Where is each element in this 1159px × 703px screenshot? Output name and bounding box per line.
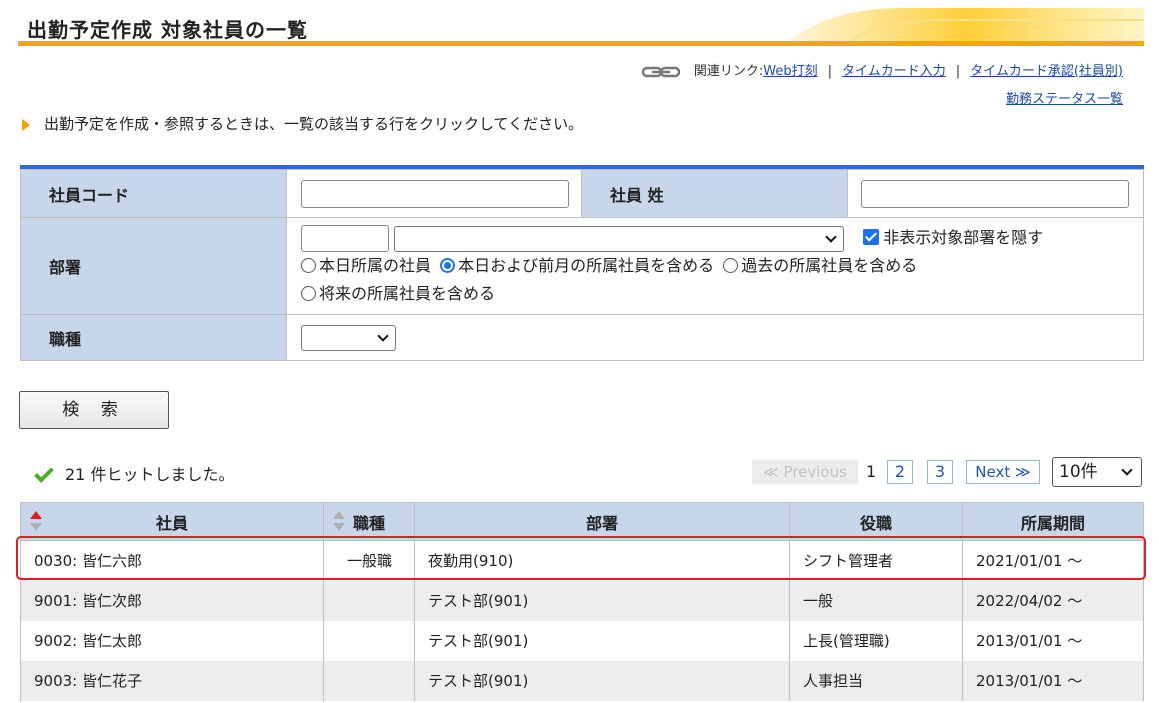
hide-hidden-departments-label: 非表示対象部署を隠す — [883, 228, 1044, 247]
cell-job-type — [323, 580, 415, 621]
cell-period: 2013/01/01 〜 — [962, 620, 1144, 661]
link-timecard-approval[interactable]: タイムカード承認(社員別) — [970, 64, 1123, 79]
table-row[interactable]: 0030: 皆仁六郎 一般職 夜勤用(910) シフト管理者 2021/01/0… — [20, 540, 1144, 581]
chevron-down-icon — [377, 329, 389, 342]
hit-count: 21 件ヒットしました。 — [33, 461, 234, 485]
radio-icon — [301, 258, 316, 273]
column-header-job-type[interactable]: 職種 — [323, 502, 415, 541]
cell-position: 上長(管理職) — [789, 620, 963, 661]
department-select[interactable] — [394, 225, 845, 252]
employee-surname-label: 社員 姓 — [581, 169, 848, 218]
search-form: 社員コード 社員 姓 部署 非表示対象部署を隠す 本日所属の社員 本日および前月… — [20, 165, 1144, 361]
search-button[interactable]: 検 索 — [19, 391, 169, 429]
link-separator: | — [827, 64, 832, 79]
radio-icon — [723, 258, 739, 273]
cell-employee: 0030: 皆仁六郎 — [20, 540, 324, 581]
department-cell: 非表示対象部署を隠す 本日所属の社員 本日および前月の所属社員を含める 過去の所… — [286, 217, 1144, 315]
column-header-label: 職種 — [352, 513, 385, 533]
radio-include-last-month[interactable]: 本日および前月の所属社員を含める — [440, 256, 714, 275]
radio-today-members[interactable]: 本日所属の社員 — [301, 256, 431, 275]
radio-label: 本日および前月の所属社員を含める — [458, 256, 715, 275]
link-chain-icon — [641, 66, 680, 77]
sort-icon[interactable] — [30, 511, 42, 533]
results-table: 社員 職種 部署 役職 所属期間 0030: 皆仁六郎 一般職 夜勤用(910)… — [20, 502, 1144, 701]
pagination-next[interactable]: Next ≫ — [966, 460, 1040, 484]
table-row[interactable]: 9003: 皆仁花子 テスト部(901) 人事担当 2013/01/01 〜 — [20, 660, 1144, 701]
cell-job-type — [323, 620, 415, 661]
employee-code-input[interactable] — [301, 179, 569, 208]
column-header-position: 役職 — [789, 502, 963, 541]
cell-job-type — [323, 660, 415, 701]
cell-department: テスト部(901) — [414, 660, 790, 701]
cell-position: シフト管理者 — [789, 540, 963, 581]
job-type-label: 職種 — [20, 314, 287, 361]
sort-icon[interactable] — [333, 511, 345, 533]
cell-position: 一般 — [789, 580, 963, 621]
related-links: 関連リンク:Web打刻 | タイムカード入力 | タイムカード承認(社員別) 勤務ステー… — [641, 58, 1123, 114]
related-links-label: 関連リンク: — [693, 64, 764, 79]
employee-surname-input[interactable] — [861, 179, 1129, 208]
page-size-value: 10件 — [1059, 462, 1098, 482]
chevron-down-icon — [825, 230, 837, 243]
cell-department: テスト部(901) — [414, 580, 790, 621]
radio-include-past[interactable]: 過去の所属社員を含める — [723, 256, 917, 275]
job-type-cell — [286, 314, 1144, 361]
table-row[interactable]: 9001: 皆仁次郎 テスト部(901) 一般 2022/04/02 〜 — [20, 580, 1144, 621]
radio-include-future[interactable]: 将来の所属社員を含める — [301, 284, 495, 303]
cell-job-type: 一般職 — [323, 540, 415, 581]
pagination-previous: ≪ Previous — [752, 460, 858, 484]
checkbox-checked-icon — [863, 229, 880, 245]
employee-code-label: 社員コード — [20, 169, 287, 218]
radio-label: 将来の所属社員を含める — [319, 284, 496, 303]
pagination-current-page: 1 — [866, 462, 877, 481]
pagination-page-2[interactable]: 2 — [887, 460, 913, 484]
hide-hidden-departments-checkbox[interactable]: 非表示対象部署を隠す — [863, 228, 1043, 247]
page-header: 出勤予定作成 対象社員の一覧 — [18, 8, 1144, 46]
cell-employee: 9002: 皆仁太郎 — [20, 620, 324, 661]
column-header-label: 社員 — [155, 513, 188, 533]
cell-department: テスト部(901) — [414, 620, 790, 661]
link-separator: | — [955, 64, 961, 79]
link-web-punch[interactable]: Web打刻 — [763, 64, 817, 79]
cell-department: 夜勤用(910) — [414, 540, 790, 581]
employee-code-cell — [286, 169, 582, 218]
link-work-status-list[interactable]: 勤務ステータス一覧 — [1006, 92, 1123, 107]
column-header-employee[interactable]: 社員 — [20, 502, 324, 541]
radio-label: 本日所属の社員 — [319, 256, 432, 275]
employee-surname-cell — [847, 169, 1144, 218]
column-header-department: 部署 — [414, 502, 790, 541]
hit-count-text: 21 件ヒットしました。 — [65, 465, 235, 484]
page-title: 出勤予定作成 対象社員の一覧 — [27, 18, 308, 42]
radio-icon — [301, 286, 316, 301]
cell-period: 2021/01/01 〜 — [962, 540, 1144, 581]
pagination-page-3[interactable]: 3 — [927, 460, 953, 484]
cell-employee: 9001: 皆仁次郎 — [20, 580, 324, 621]
bullet-triangle-icon — [22, 118, 30, 131]
instruction: 出勤予定を作成・参照するときは、一覧の該当する行をクリックしてください。 — [22, 113, 583, 134]
job-type-select[interactable] — [301, 324, 396, 351]
table-row[interactable]: 9002: 皆仁太郎 テスト部(901) 上長(管理職) 2013/01/01 … — [20, 620, 1144, 661]
link-timecard-input[interactable]: タイムカード入力 — [842, 64, 946, 79]
cell-employee: 9003: 皆仁花子 — [20, 660, 324, 701]
cell-period: 2013/01/01 〜 — [962, 660, 1144, 701]
radio-label: 過去の所属社員を含める — [741, 256, 918, 275]
radio-selected-icon — [440, 258, 456, 273]
checkmark-icon — [34, 463, 54, 483]
instruction-text: 出勤予定を作成・参照するときは、一覧の該当する行をクリックしてください。 — [44, 115, 584, 133]
chevron-down-icon — [1121, 464, 1133, 476]
department-code-input[interactable] — [301, 225, 389, 252]
page-size-select[interactable]: 10件 — [1052, 457, 1142, 487]
cell-position: 人事担当 — [789, 660, 963, 701]
column-header-period: 所属期間 — [962, 502, 1144, 541]
cell-period: 2022/04/02 〜 — [962, 580, 1144, 621]
department-label: 部署 — [20, 217, 287, 315]
